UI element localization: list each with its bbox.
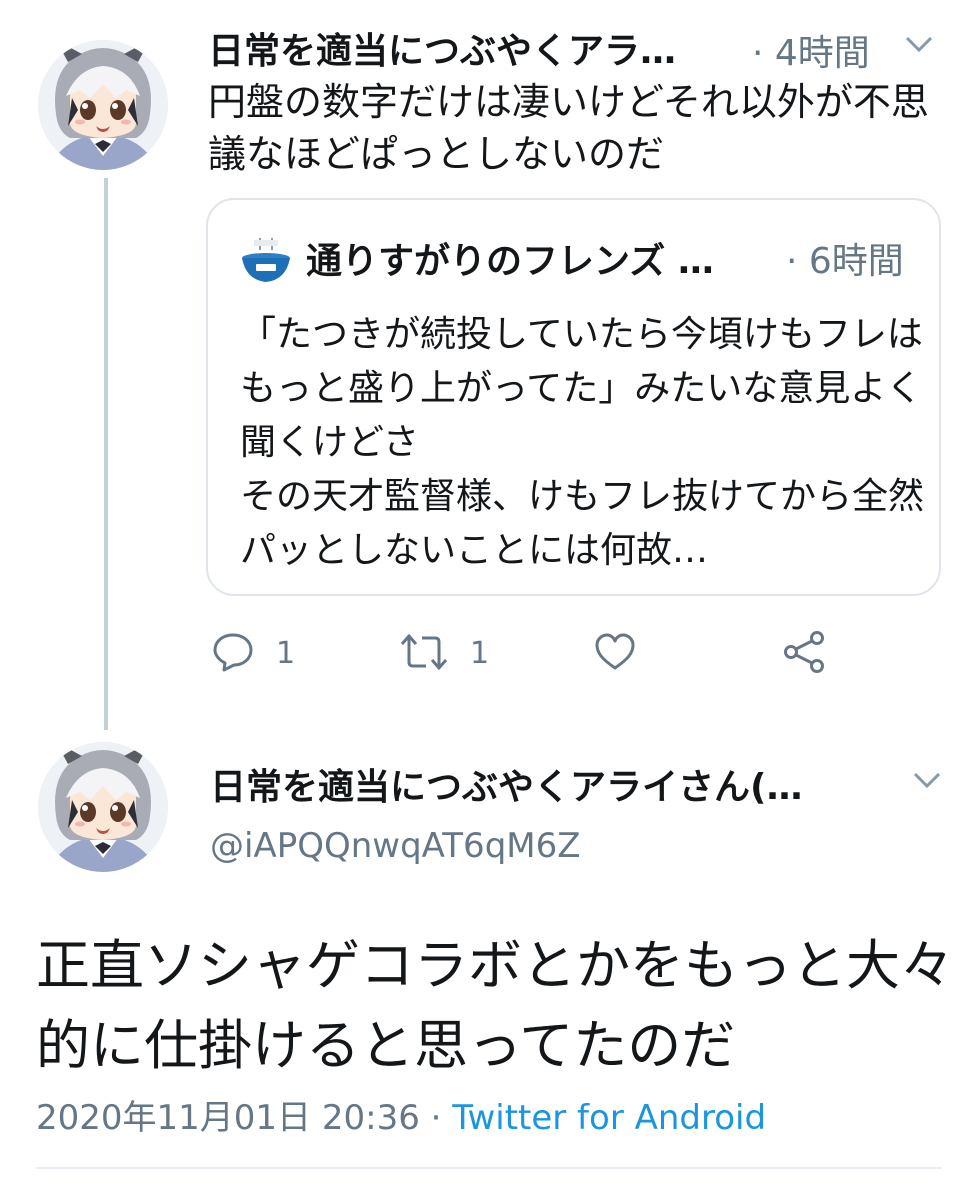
avatar-araisan-image xyxy=(38,40,168,170)
tweet-source-link[interactable]: Twitter for Android xyxy=(452,1098,766,1138)
chevron-down-icon[interactable] xyxy=(904,34,934,54)
divider xyxy=(36,1167,942,1169)
quoted-time: 6時間 xyxy=(808,241,904,282)
share-icon[interactable] xyxy=(782,630,828,674)
tweet-meta: 2020年11月01日 20:36 · Twitter for Android xyxy=(36,1090,766,1139)
tweet-timestamp[interactable]: · 4時間 xyxy=(752,24,870,76)
quoted-tweet-text: 「たつきが続投していたら今頃けもフレはもっと盛り上がってた」みたいな意見よく聞く… xyxy=(240,314,925,571)
main-tweet-avatar[interactable] xyxy=(38,742,168,872)
meta-separator: · xyxy=(430,1098,442,1138)
timestamp-separator: · xyxy=(786,241,798,282)
bowl-avatar-icon xyxy=(238,232,294,288)
retweet-count: 1 xyxy=(470,636,490,671)
chevron-down-icon[interactable] xyxy=(912,770,942,790)
tweet-time: 4時間 xyxy=(774,33,870,74)
main-tweet-handle[interactable]: @iAPQQnwqAT6qM6Z xyxy=(210,826,581,866)
reply-count: 1 xyxy=(276,636,296,671)
timestamp-separator: · xyxy=(752,33,764,74)
tweet-date: 2020年11月01日 20:36 xyxy=(36,1098,420,1138)
tweet-author-name[interactable]: 日常を適当につぶやくアラ… xyxy=(208,22,676,74)
main-tweet-text: 正直ソシャゲコラボとかをもっと大々的に仕掛けると思ってたのだ xyxy=(36,934,954,1077)
quoted-author-name[interactable]: 通りすがりのフレンズ … xyxy=(306,232,714,284)
retweet-icon[interactable] xyxy=(398,632,450,672)
main-tweet-author-name[interactable]: 日常を適当につぶやくアライさん(… xyxy=(210,758,802,810)
tweet-text: 円盤の数字だけは凄いけどそれ以外が不思議なほどぱっとしないのだ xyxy=(208,80,929,176)
avatar-araisan-image xyxy=(38,742,168,872)
quoted-timestamp[interactable]: · 6時間 xyxy=(786,232,904,284)
like-icon[interactable] xyxy=(594,632,636,672)
avatar[interactable] xyxy=(38,40,168,170)
reply-icon[interactable] xyxy=(212,632,254,672)
thread-connector-line xyxy=(104,178,108,730)
